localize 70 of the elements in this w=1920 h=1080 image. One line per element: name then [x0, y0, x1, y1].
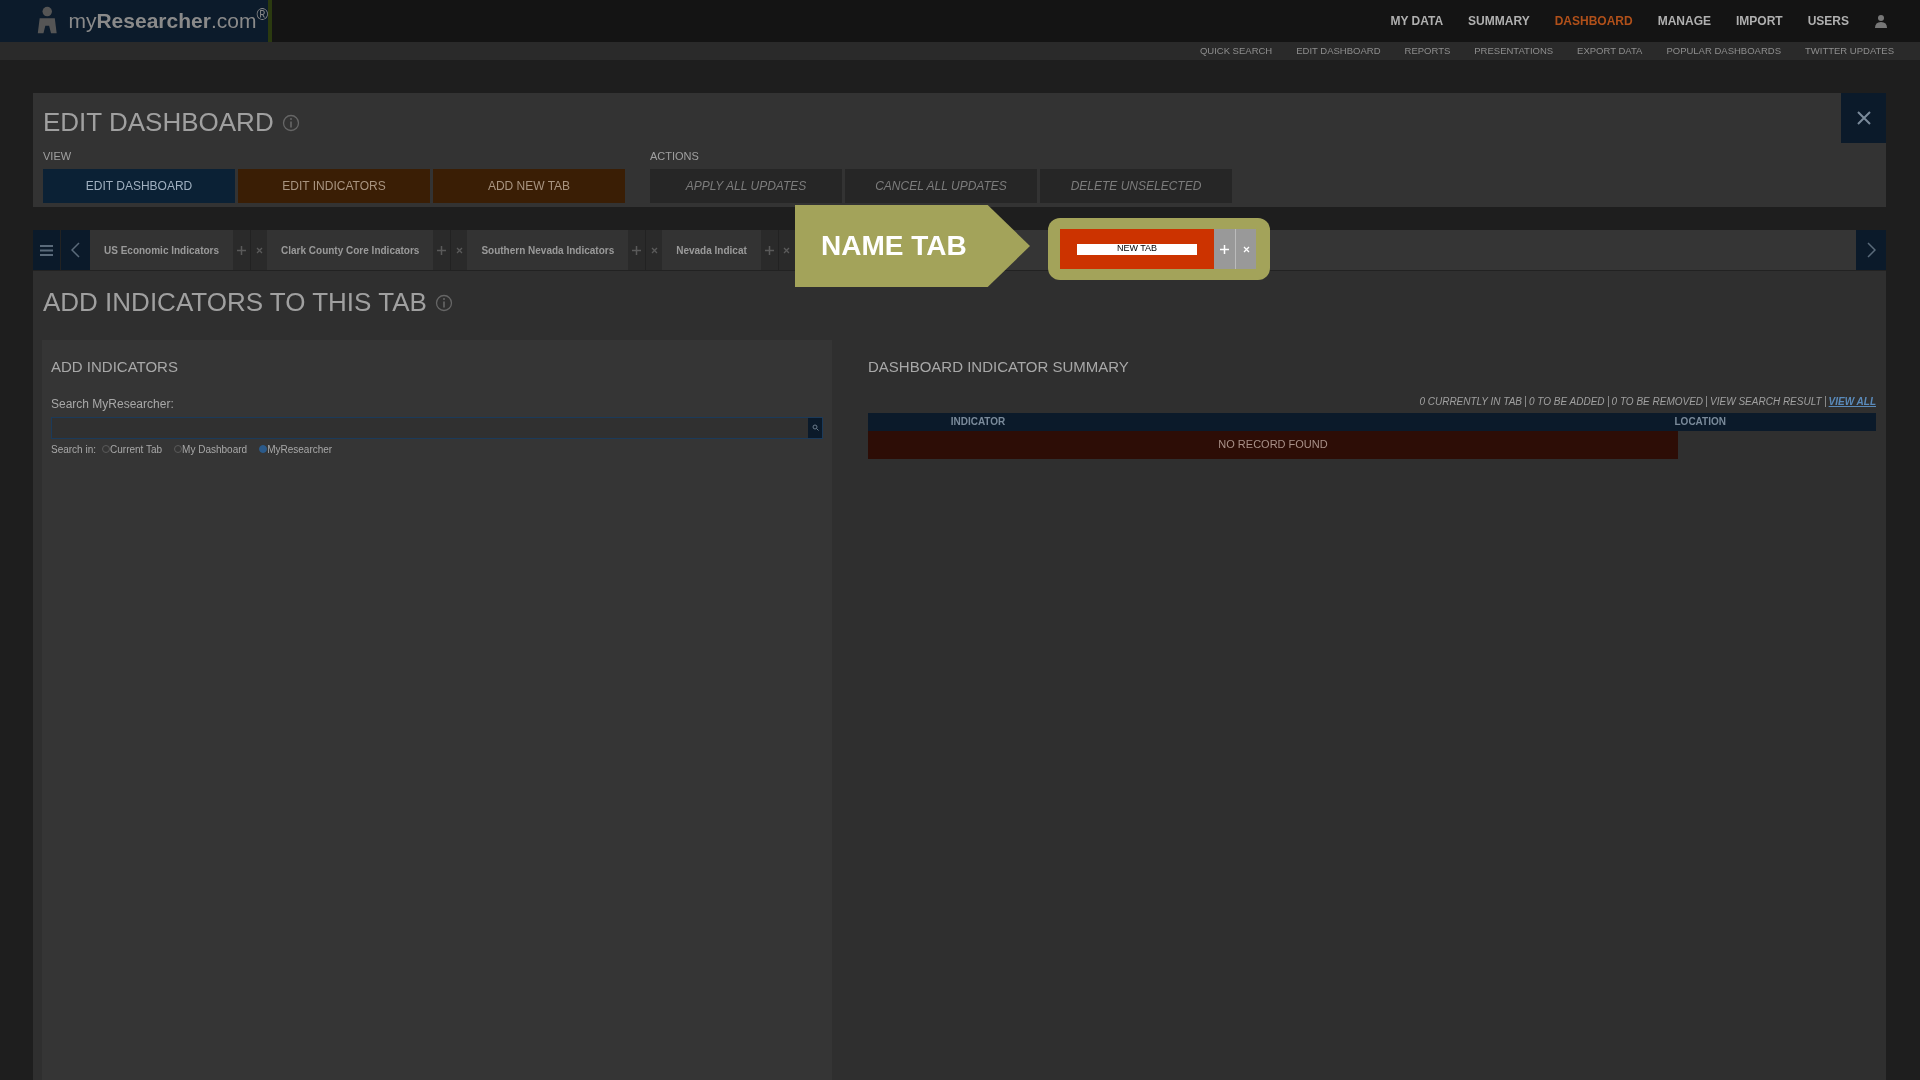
- close-icon: [1242, 245, 1250, 253]
- nav-link[interactable]: DASHBOARD: [1554, 12, 1633, 30]
- empty-row: NO RECORD FOUND: [868, 430, 1678, 459]
- move-icon: [1220, 244, 1229, 254]
- summary-stat: 0 TO BE ADDED: [1529, 394, 1605, 409]
- summary-stat: 0 CURRENTLY IN TAB: [1419, 394, 1522, 409]
- scope-radio[interactable]: My Dashboard: [174, 441, 248, 457]
- subnav-link[interactable]: TWITTER UPDATES: [1804, 43, 1894, 59]
- panel-heading: ADD INDICATORS: [51, 357, 179, 377]
- previous-button[interactable]: [60, 230, 90, 270]
- close-tab-button[interactable]: [450, 230, 468, 270]
- search-field[interactable]: [51, 416, 823, 439]
- close-tab-button[interactable]: [250, 230, 268, 270]
- chevron-right-icon: [1866, 242, 1876, 258]
- move-icon: [437, 245, 447, 255]
- close-icon: [455, 246, 463, 254]
- column-header: LOCATION: [1673, 414, 1726, 429]
- view-label: VIEW: [43, 149, 73, 164]
- move-icon: [632, 245, 642, 255]
- summary-heading: DASHBOARD INDICATOR SUMMARY: [868, 357, 1130, 377]
- tab-name-field[interactable]: NEW TAB: [1076, 242, 1198, 256]
- column-header: INDICATOR: [949, 414, 1007, 429]
- subnav-link[interactable]: EDIT DASHBOARD: [1296, 43, 1381, 59]
- close-button[interactable]: [1841, 93, 1886, 143]
- subnav-link[interactable]: PRESENTATIONS: [1474, 43, 1554, 59]
- subnav-link[interactable]: REPORTS: [1404, 43, 1451, 59]
- menu-button[interactable]: [33, 230, 60, 270]
- view-button[interactable]: EDIT DASHBOARD: [43, 168, 235, 203]
- close-icon: [783, 246, 791, 254]
- panel-title: EDIT DASHBOARD: [43, 106, 274, 139]
- user-icon[interactable]: [1874, 14, 1888, 28]
- move-tab-button[interactable]: [433, 230, 451, 270]
- move-tab-button[interactable]: [233, 230, 251, 270]
- close-icon: [650, 246, 658, 254]
- nav-link[interactable]: SUMMARY: [1468, 12, 1530, 30]
- nav-link[interactable]: MY DATA: [1390, 12, 1444, 30]
- search-button[interactable]: [808, 417, 822, 438]
- move-icon: [764, 245, 774, 255]
- callout-title: NAME TAB: [821, 229, 967, 263]
- actions-label: ACTIONS: [650, 149, 700, 164]
- move-tab-button[interactable]: [1214, 229, 1236, 269]
- summary-stat: 0 TO BE REMOVED: [1611, 394, 1704, 409]
- next-button[interactable]: [1856, 230, 1886, 270]
- nav-link[interactable]: MANAGE: [1657, 12, 1711, 30]
- close-icon: [255, 246, 263, 254]
- move-tab-button[interactable]: [628, 230, 646, 270]
- search-label: Search MyResearcher:: [51, 395, 175, 413]
- subnav-link[interactable]: POPULAR DASHBOARDS: [1666, 43, 1781, 59]
- view-button[interactable]: EDIT INDICATORS: [238, 168, 430, 203]
- search-icon: [811, 424, 819, 431]
- subnav-link[interactable]: EXPORT DATA: [1577, 43, 1643, 59]
- section-title: ADD INDICATORS TO THIS TAB: [43, 286, 427, 319]
- scope-radio[interactable]: Current Tab: [102, 441, 163, 457]
- close-tab-button[interactable]: [645, 230, 663, 270]
- chevron-left-icon: [71, 242, 80, 258]
- close-icon: [1856, 111, 1871, 125]
- close-tab-button[interactable]: [1236, 229, 1256, 269]
- info-icon: [281, 113, 300, 132]
- search-in-label: Search in:: [51, 442, 97, 457]
- logo-text[interactable]: myResearcher.com$^{®}$: [68, 5, 268, 37]
- info-icon: [434, 293, 453, 312]
- nav-link[interactable]: IMPORT: [1736, 12, 1783, 30]
- move-icon: [237, 245, 247, 255]
- nav-link[interactable]: USERS: [1807, 12, 1849, 30]
- menu-icon: [40, 244, 53, 256]
- summary-stat: VIEW SEARCH RESULT: [1710, 394, 1822, 409]
- subnav-link[interactable]: QUICK SEARCH: [1199, 43, 1273, 59]
- scope-radio[interactable]: MyResearcher: [259, 441, 333, 457]
- view-button[interactable]: ADD NEW TAB: [433, 168, 625, 203]
- view-all-link[interactable]: VIEW ALL: [1828, 393, 1876, 409]
